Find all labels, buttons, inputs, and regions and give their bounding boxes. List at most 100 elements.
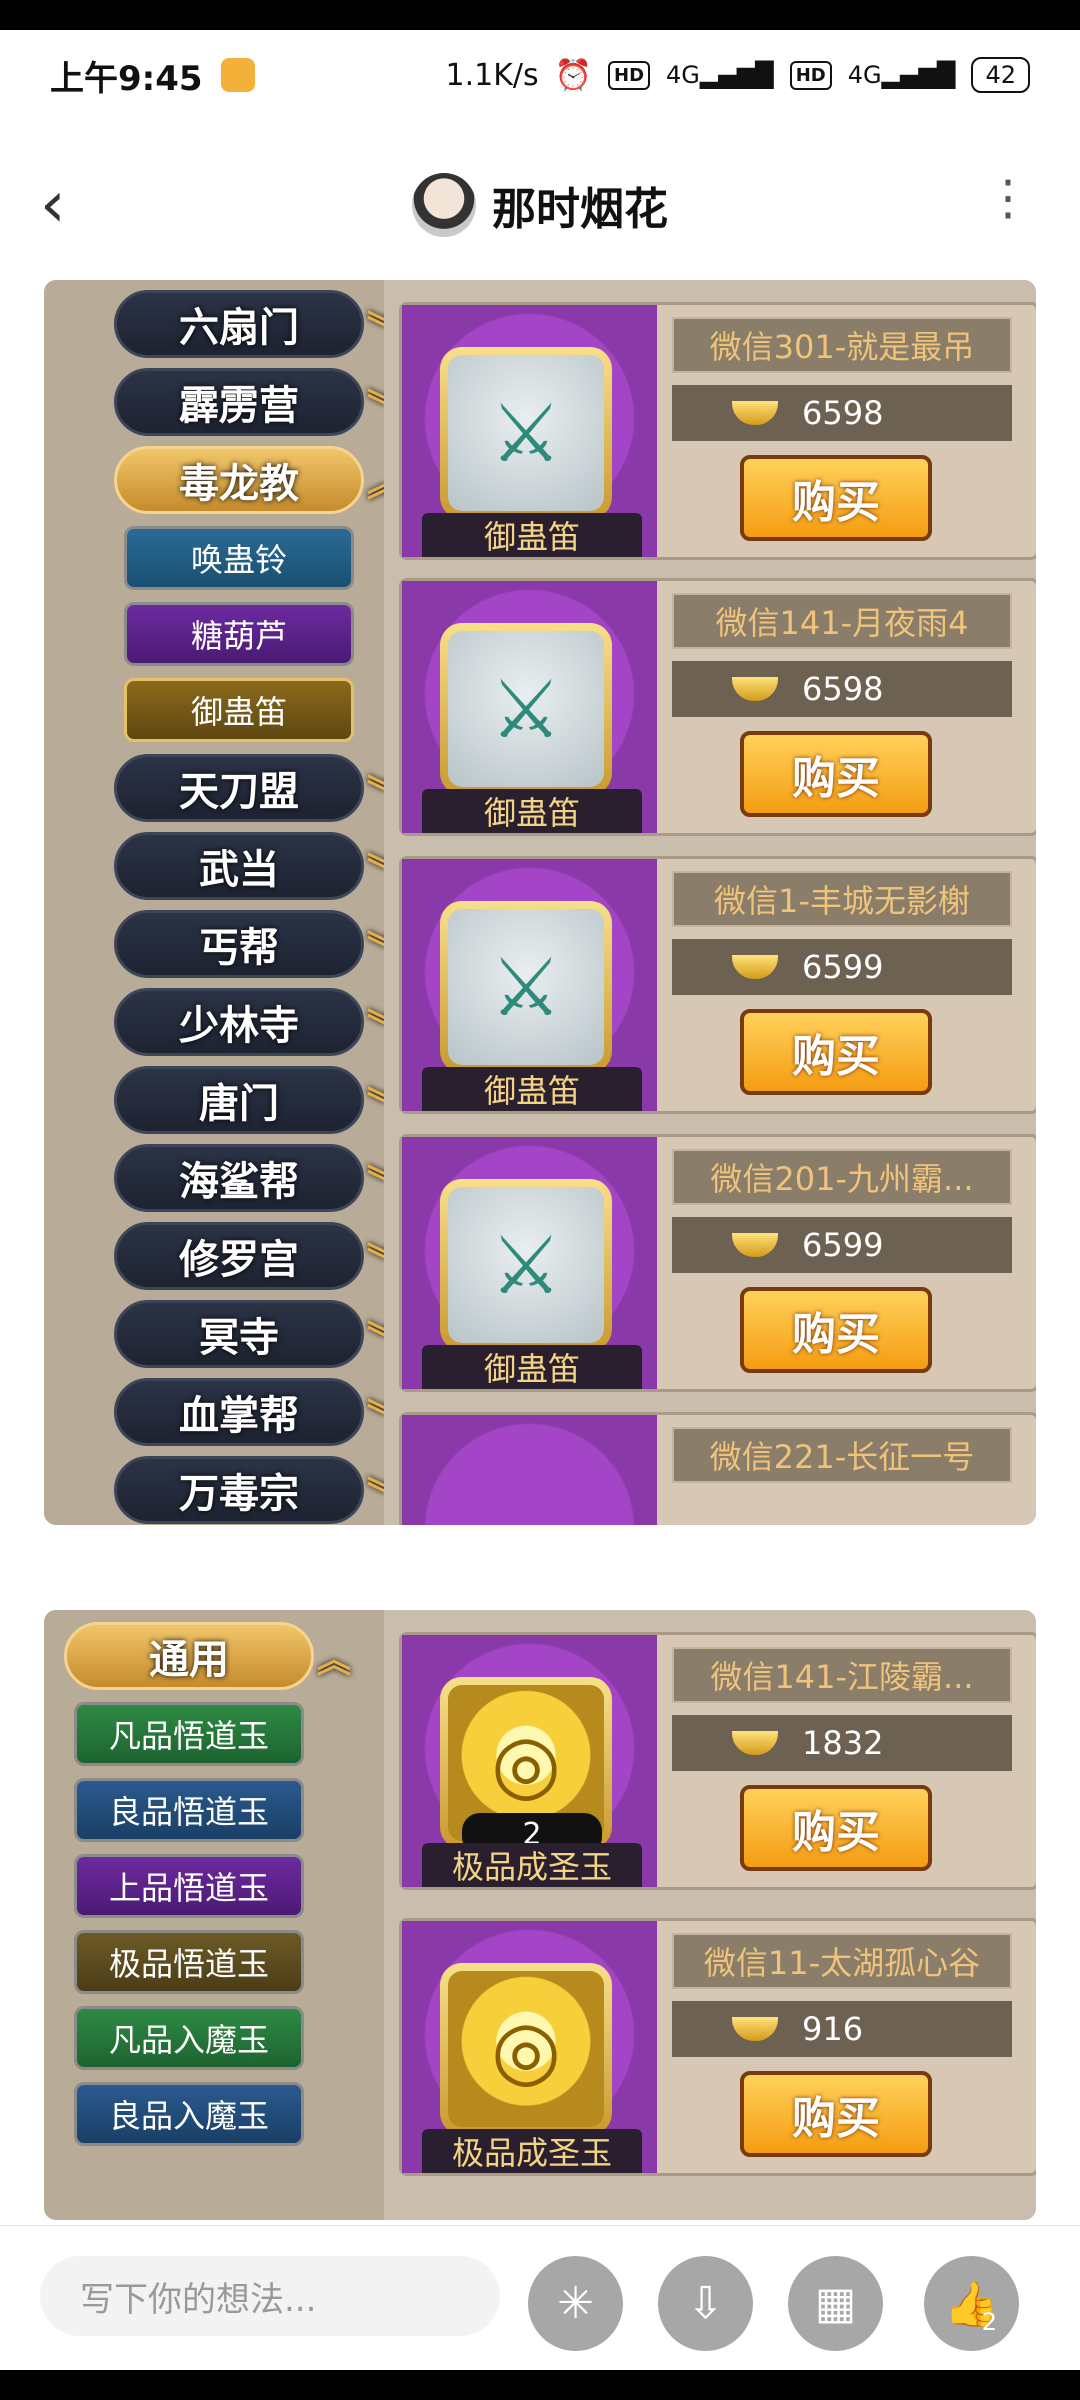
comment-input[interactable]: 写下你的想法... <box>40 2256 500 2336</box>
seller-name: 微信141-江陵霸... <box>672 1647 1012 1703</box>
page-header: ‹ 那时烟花 ⋮ <box>0 150 1080 260</box>
item-thumbnail[interactable]: ◎ 2 极品成圣玉 <box>402 1635 657 1887</box>
flute-icon: ⚔ <box>448 909 604 1065</box>
listing-card: ⚔ 御蛊笛 微信1-丰城无影榭 6599 购买 <box>399 856 1036 1114</box>
category-item[interactable]: 六扇门︾ <box>114 290 401 358</box>
buy-button[interactable]: 购买 <box>740 455 932 541</box>
download-button[interactable]: ⇩ <box>658 2256 753 2351</box>
share-button[interactable]: ✳ <box>528 2256 623 2351</box>
category-item[interactable]: 冥寺︾ <box>114 1300 401 1368</box>
top-black-bar <box>0 0 1080 30</box>
like-count: 2 <box>981 2308 997 2336</box>
price-value: 6598 <box>802 394 884 432</box>
gold-ingot-icon <box>732 677 778 701</box>
listing-card: ⚔ 御蛊笛 微信201-九州霸... 6599 购买 <box>399 1134 1036 1392</box>
gold-ingot-icon <box>732 401 778 425</box>
hd-badge-2: HD <box>789 60 832 90</box>
item-name: 御蛊笛 <box>422 1345 642 1389</box>
subcategory-item[interactable]: 凡品悟道玉 <box>74 1702 304 1766</box>
back-button[interactable]: ‹ <box>40 170 100 240</box>
status-bar: 上午9:45 1.1K/s ⏰ HD 4G▂▄▆█ HD 4G▂▄▆█ 42 <box>0 30 1080 120</box>
jade-icon: ◎ <box>448 1971 604 2127</box>
category-item[interactable]: 修罗宫︾ <box>114 1222 401 1290</box>
category-item[interactable]: 丐帮︾ <box>114 910 401 978</box>
subcategory-item[interactable]: 良品悟道玉 <box>74 1778 304 1842</box>
item-thumbnail[interactable] <box>402 1415 657 1525</box>
item-name: 极品成圣玉 <box>422 2129 642 2173</box>
price-row: 6599 <box>672 939 1012 995</box>
category-sidebar: 通用 ︽ 凡品悟道玉 良品悟道玉 上品悟道玉 极品悟道玉 凡品入魔玉 良品入魔玉 <box>54 1610 364 2220</box>
price-value: 916 <box>802 2010 864 2048</box>
item-thumbnail[interactable]: ⚔ 御蛊笛 <box>402 305 657 557</box>
subcategory-item[interactable]: 上品悟道玉 <box>74 1854 304 1918</box>
item-thumbnail[interactable]: ⚔ 御蛊笛 <box>402 581 657 833</box>
hd-badge: HD <box>608 60 651 90</box>
battery-indicator: 42 <box>971 57 1030 93</box>
price-row: 6598 <box>672 385 1012 441</box>
flute-icon: ⚔ <box>448 1187 604 1343</box>
buy-button[interactable]: 购买 <box>740 1287 932 1373</box>
signal-icon-2: 4G▂▄▆█ <box>847 61 956 89</box>
seller-name: 微信221-长征一号 <box>672 1427 1012 1483</box>
game-shop-screenshot-2: 通用 ︽ 凡品悟道玉 良品悟道玉 上品悟道玉 极品悟道玉 凡品入魔玉 良品入魔玉 … <box>44 1610 1036 2220</box>
net-speed: 1.1K/s <box>445 57 539 93</box>
category-item[interactable]: 万毒宗︾ <box>114 1456 401 1524</box>
notification-icon <box>220 58 255 92</box>
grid-icon: ▦ <box>814 2278 857 2329</box>
page-title: 那时烟花 <box>492 184 668 235</box>
avatar[interactable] <box>412 173 476 237</box>
subcategory-item[interactable]: 良品入魔玉 <box>74 2082 304 2146</box>
buy-button[interactable]: 购买 <box>740 731 932 817</box>
buy-button[interactable]: 购买 <box>740 1009 932 1095</box>
flute-icon: ⚔ <box>448 355 604 511</box>
category-item[interactable]: 天刀盟︾ <box>114 754 401 822</box>
like-button[interactable]: 👍 2 <box>924 2256 1019 2351</box>
listing-column: ◎ 2 极品成圣玉 微信141-江陵霸... 1832 购买 ◎ 极品成圣玉 微… <box>384 1610 1036 2220</box>
category-item[interactable]: 血掌帮︾ <box>114 1378 401 1446</box>
flute-icon: ⚔ <box>448 631 604 787</box>
seller-name: 微信301-就是最吊 <box>672 317 1012 373</box>
price-row: 6599 <box>672 1217 1012 1273</box>
listing-column: ⚔ 御蛊笛 微信301-就是最吊 6598 购买 ⚔ 御蛊笛 微信141-月夜雨… <box>384 280 1036 1525</box>
subcategory-item[interactable]: 唤蛊铃 <box>124 526 354 590</box>
category-item-active[interactable]: 通用 ︽ <box>64 1622 351 1690</box>
item-name: 御蛊笛 <box>422 513 642 557</box>
buy-button[interactable]: 购买 <box>740 2071 932 2157</box>
gold-ingot-icon <box>732 1233 778 1257</box>
subcategory-item-selected[interactable]: 御蛊笛 <box>124 678 354 742</box>
chevron-up-icon: ︽ <box>317 1641 351 1681</box>
subcategory-item[interactable]: 极品悟道玉 <box>74 1930 304 1994</box>
more-options-button[interactable]: ⋮ <box>984 170 1032 226</box>
grid-button[interactable]: ▦ <box>788 2256 883 2351</box>
seller-name: 微信141-月夜雨4 <box>672 593 1012 649</box>
subcategory-item[interactable]: 糖葫芦 <box>124 602 354 666</box>
category-item-active[interactable]: 毒龙教︽ <box>114 446 401 514</box>
subcategory-item[interactable]: 凡品入魔玉 <box>74 2006 304 2070</box>
item-thumbnail[interactable]: ⚔ 御蛊笛 <box>402 1137 657 1389</box>
seller-name: 微信201-九州霸... <box>672 1149 1012 1205</box>
category-item[interactable]: 海鲨帮︾ <box>114 1144 401 1212</box>
category-item[interactable]: 唐门︾ <box>114 1066 401 1134</box>
item-thumbnail[interactable]: ⚔ 御蛊笛 <box>402 859 657 1111</box>
signal-icon: 4G▂▄▆█ <box>666 61 774 89</box>
alarm-icon: ⏰ <box>554 57 593 93</box>
category-item[interactable]: 武当︾ <box>114 832 401 900</box>
category-item[interactable]: 霹雳营︾ <box>114 368 401 436</box>
item-thumbnail[interactable]: ◎ 极品成圣玉 <box>402 1921 657 2173</box>
status-time: 上午9:45 <box>50 58 203 99</box>
price-value: 6599 <box>802 948 884 986</box>
item-name: 御蛊笛 <box>422 1067 642 1111</box>
category-item[interactable]: 少林寺︾ <box>114 988 401 1056</box>
listing-card: ⚔ 御蛊笛 微信301-就是最吊 6598 购买 <box>399 302 1036 560</box>
listing-card-partial: 微信221-长征一号 <box>399 1412 1036 1525</box>
buy-button[interactable]: 购买 <box>740 1785 932 1871</box>
price-value: 6599 <box>802 1226 884 1264</box>
gold-ingot-icon <box>732 955 778 979</box>
seller-name: 微信1-丰城无影榭 <box>672 871 1012 927</box>
comment-bar: 写下你的想法... ✳ ⇩ ▦ 👍 2 <box>0 2225 1080 2371</box>
download-icon: ⇩ <box>687 2278 724 2329</box>
price-row: 1832 <box>672 1715 1012 1771</box>
price-value: 6598 <box>802 670 884 708</box>
item-name: 御蛊笛 <box>422 789 642 833</box>
price-row: 6598 <box>672 661 1012 717</box>
